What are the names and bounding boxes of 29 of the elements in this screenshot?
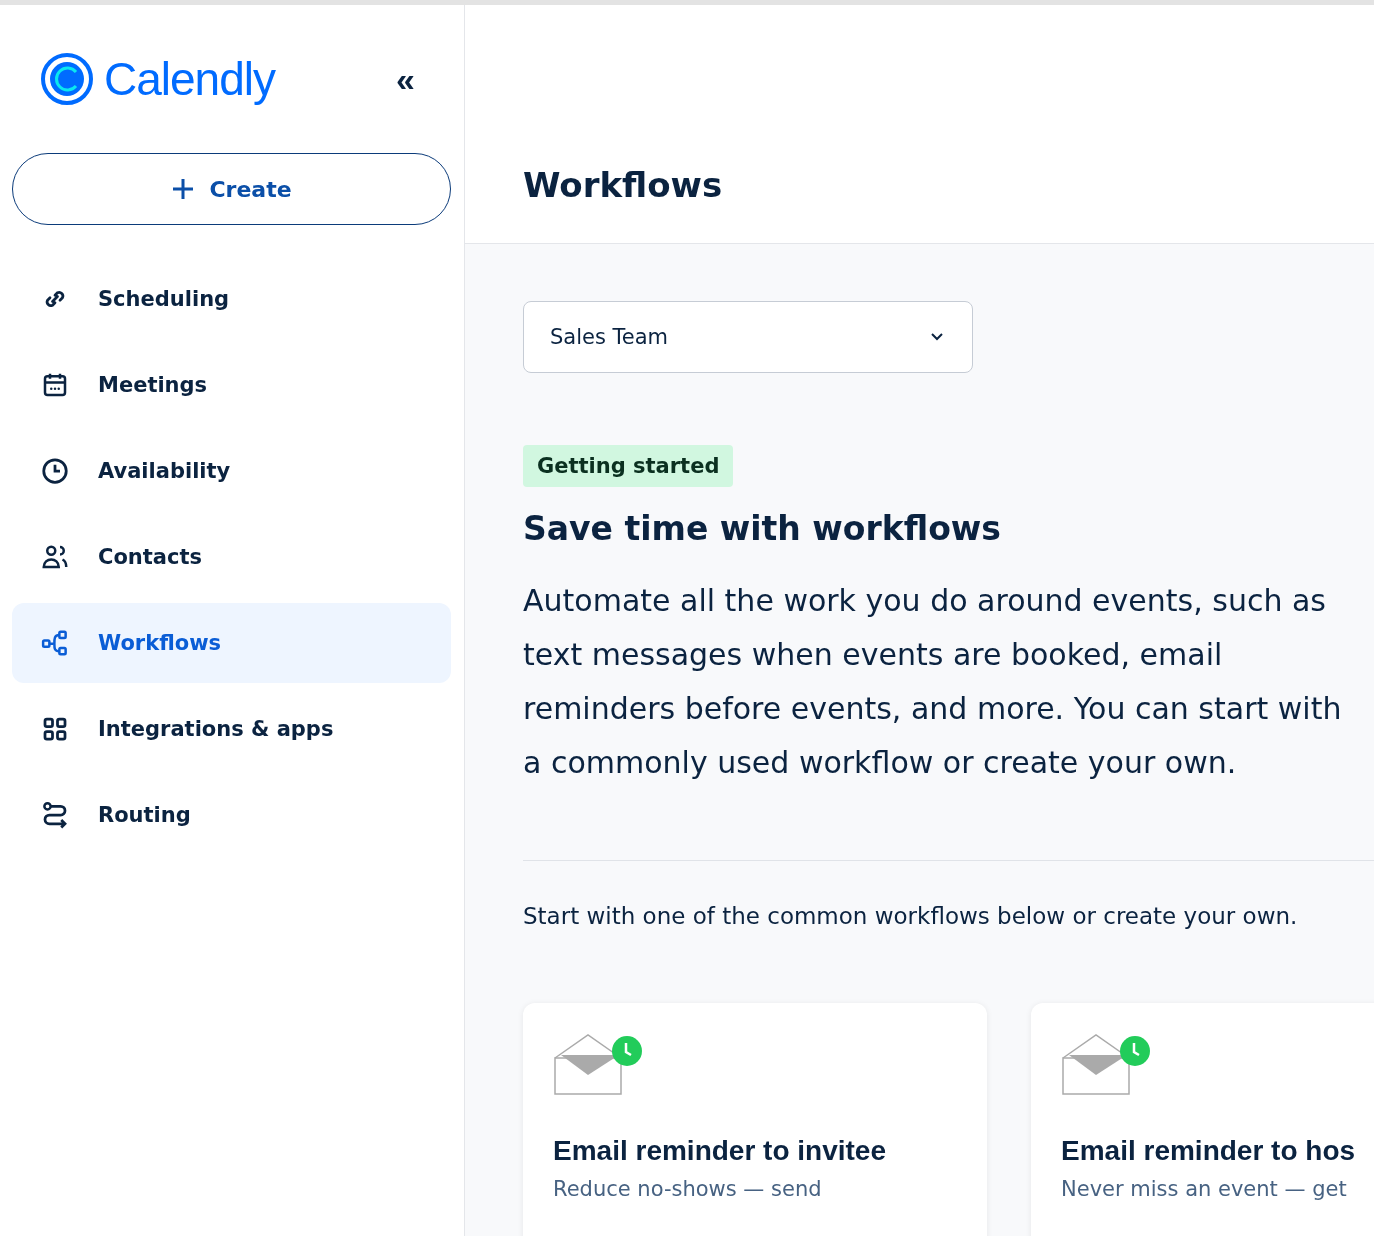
nav-item[interactable]: Workflows <box>12 603 451 683</box>
page-title: Workflows <box>523 165 723 205</box>
envelope-clock-icon <box>1061 1033 1151 1097</box>
nav-item[interactable]: Contacts <box>12 517 451 597</box>
nav-item[interactable]: Availability <box>12 431 451 511</box>
card-description: Never miss an event — get <box>1061 1177 1348 1201</box>
nav-item[interactable]: Meetings <box>12 345 451 425</box>
prompt-text: Start with one of the common workflows below or create your own. <box>523 903 1299 929</box>
nav-item[interactable]: Scheduling <box>12 259 451 339</box>
workflow-card[interactable]: Email reminder to hos Never miss an event — get <box>1031 1003 1374 1236</box>
logo-icon <box>40 52 94 106</box>
routing-icon <box>40 800 70 830</box>
collapse-button[interactable]: « <box>396 62 415 96</box>
card-description: Reduce no-shows — send <box>553 1177 823 1201</box>
team-select[interactable]: Sales Team <box>523 301 973 373</box>
workflow-card[interactable]: Email reminder to invitee Reduce no-shows — send <box>523 1003 987 1236</box>
nav-item[interactable]: Routing <box>12 775 451 855</box>
intro-paragraph: Automate all the work you do around events, such as text messages when events are booked, email reminders before events, and more. You can start with a commonly used workflow or create your own. <box>523 582 1343 782</box>
nav-item[interactable]: Integrations & apps <box>12 689 451 769</box>
plus-icon <box>171 177 196 201</box>
workflow-icon <box>40 628 70 658</box>
clock-icon <box>40 456 70 486</box>
card-title: Email reminder to hos <box>1061 1135 1357 1167</box>
section-heading: Save time with workflows <box>523 509 1002 548</box>
create-button[interactable]: Create <box>12 153 451 225</box>
card-title: Email reminder to invitee <box>553 1135 887 1167</box>
envelope-clock-icon <box>553 1033 643 1097</box>
logo-wordmark: Calendly <box>104 52 275 106</box>
getting-started-badge: Getting started <box>523 445 734 487</box>
